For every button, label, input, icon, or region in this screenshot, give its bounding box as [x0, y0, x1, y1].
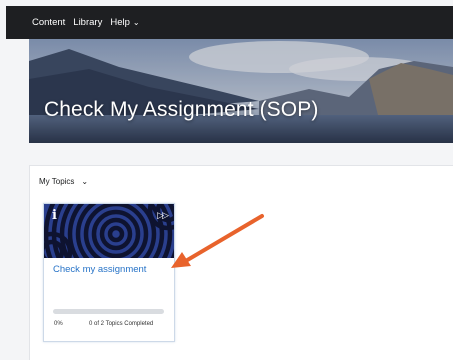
info-icon[interactable]: i [52, 208, 57, 223]
content-panel: My Topics ⌄ i ▷▷ Check my assignment 0% … [29, 165, 453, 360]
nav-item-help[interactable]: Help ⌄ [106, 17, 143, 28]
my-topics-label: My Topics [39, 177, 75, 186]
nav-item-label: Content [32, 17, 66, 28]
my-topics-dropdown[interactable]: My Topics ⌄ [39, 177, 88, 186]
nav-item-label: Library [73, 17, 103, 28]
page-title: Check My Assignment (SOP) [44, 98, 319, 121]
course-banner: Check My Assignment (SOP) [29, 39, 453, 143]
topic-card[interactable]: i ▷▷ Check my assignment 0% 0 of 2 Topic… [43, 203, 175, 342]
page: Content Library Help ⌄ Check My Assignme… [0, 0, 453, 360]
fast-forward-icon[interactable]: ▷▷ [157, 210, 169, 221]
nav-item-label: Help [110, 17, 130, 28]
chevron-down-icon: ⌄ [81, 177, 89, 186]
progress-status-text: 0 of 2 Topics Completed [89, 321, 154, 327]
nav-item-content[interactable]: Content [28, 17, 69, 28]
topic-link[interactable]: Check my assignment [53, 264, 146, 275]
concentric-circles-pattern [44, 204, 174, 258]
progress-percent: 0% [54, 321, 63, 327]
progress-bar [53, 309, 164, 314]
nav-item-library[interactable]: Library [69, 17, 106, 28]
top-navbar: Content Library Help ⌄ [6, 6, 453, 39]
mountain-landscape-image [29, 39, 453, 143]
chevron-down-icon: ⌄ [132, 18, 140, 27]
topic-card-image: i ▷▷ [44, 204, 174, 258]
